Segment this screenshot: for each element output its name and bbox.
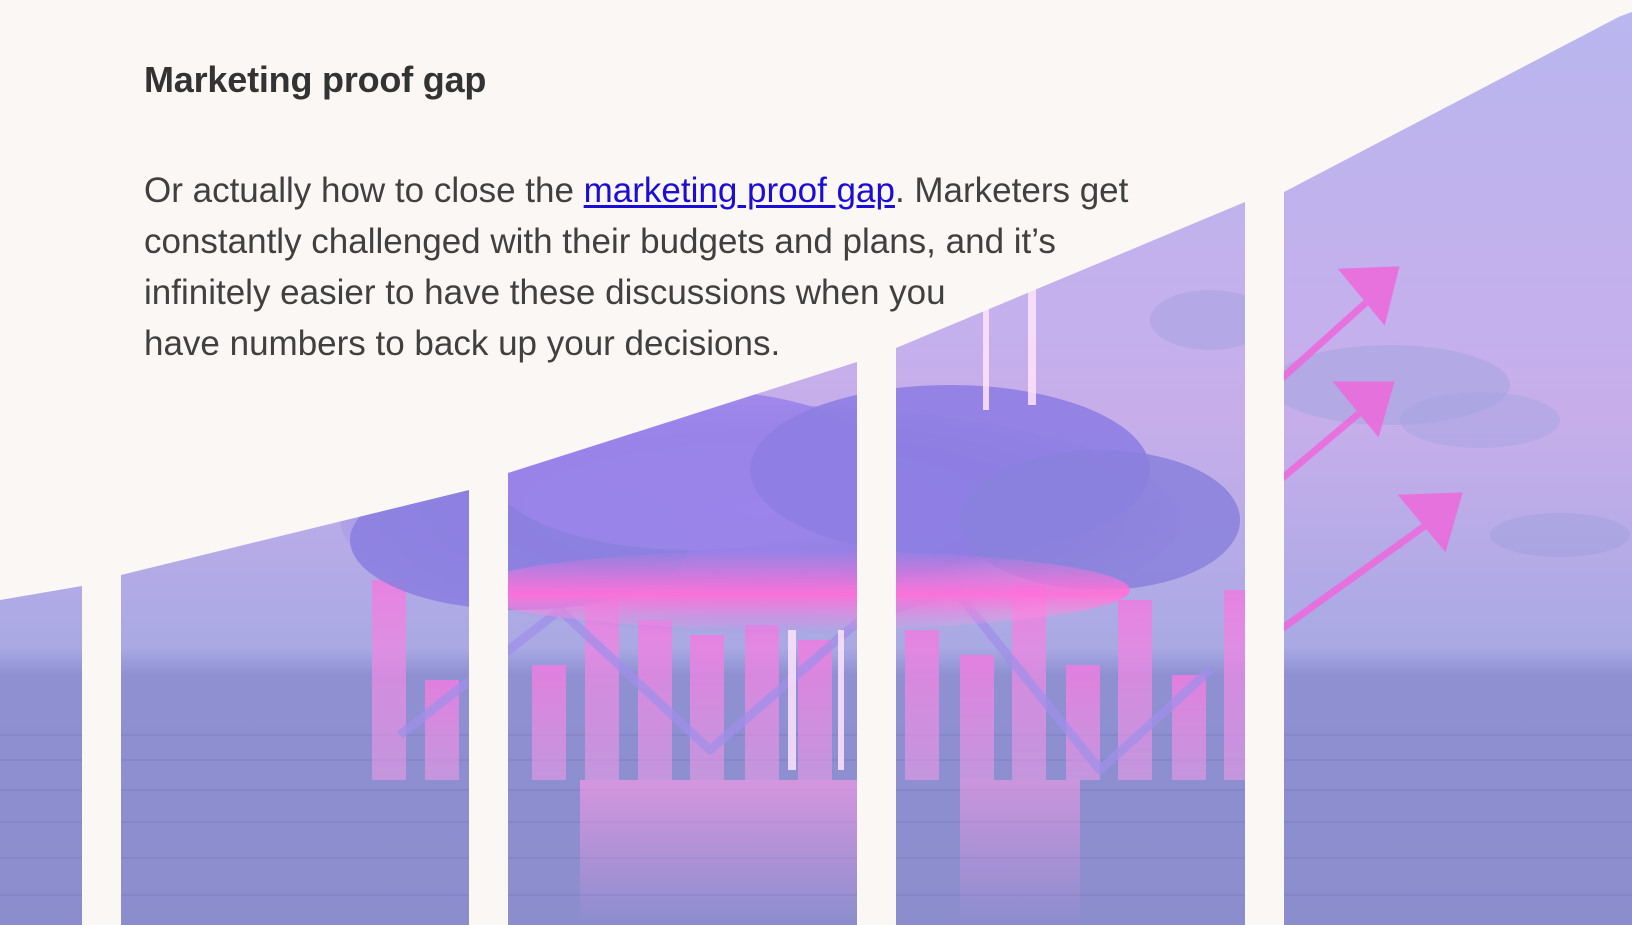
paragraph-line-2-text: infinitely easier to have these discussi… bbox=[144, 273, 946, 313]
section-heading: Marketing proof gap bbox=[144, 59, 487, 100]
section-paragraph: Or actually how to close the marketing p… bbox=[144, 165, 1184, 369]
marketing-proof-gap-link[interactable]: marketing proof gap bbox=[584, 171, 895, 210]
article-content: Marketing proof gap Or actually how to c… bbox=[144, 58, 1204, 369]
paragraph-line-3-text: have numbers to back up your decisions. bbox=[144, 324, 781, 364]
paragraph-intro-text: Or actually how to close the bbox=[144, 171, 584, 211]
